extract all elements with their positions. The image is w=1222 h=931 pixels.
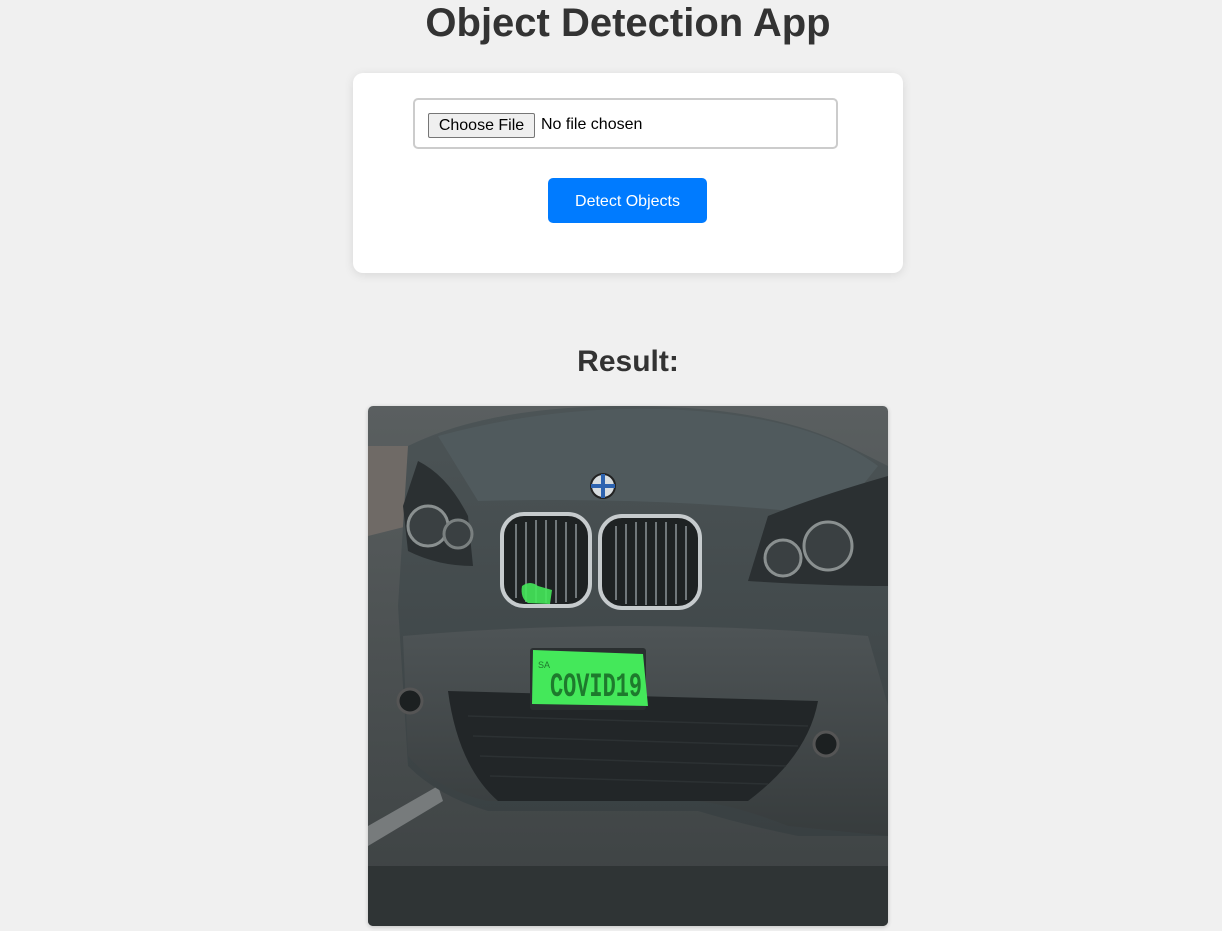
upload-card: Choose File No file chosen Detect Object…	[353, 73, 903, 273]
result-heading: Result:	[577, 345, 679, 378]
file-input[interactable]: Choose File No file chosen	[413, 98, 838, 149]
detect-objects-button[interactable]: Detect Objects	[548, 178, 707, 223]
page-title: Object Detection App	[425, 1, 831, 45]
file-status-text: No file chosen	[541, 116, 643, 133]
plate-state-text: SA	[538, 660, 550, 670]
choose-file-button[interactable]: Choose File	[428, 113, 535, 138]
plate-number-text: COVID19	[550, 669, 642, 707]
result-image: SA COVID19	[368, 406, 888, 926]
